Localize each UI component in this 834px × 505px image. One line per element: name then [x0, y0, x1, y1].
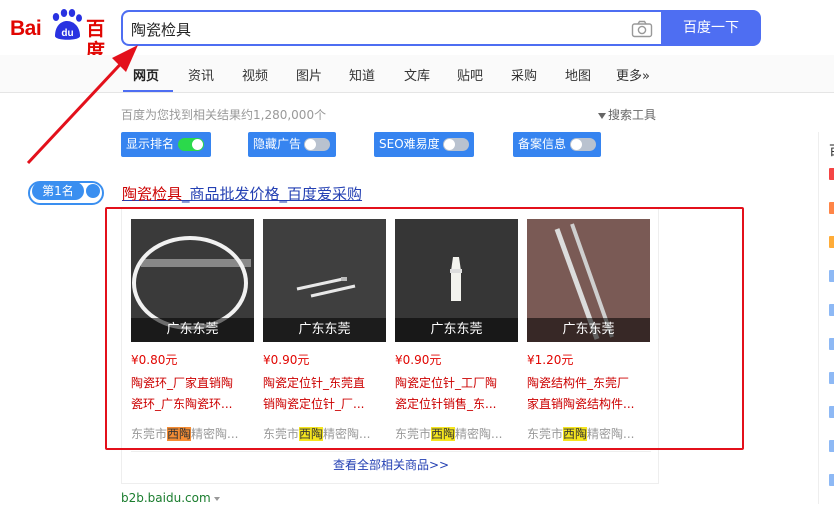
result-title-link[interactable]: 陶瓷检具_商品批发价格_百度爱采购	[122, 183, 362, 204]
result-count: 百度为您找到相关结果约1,280,000个	[121, 108, 327, 122]
rank-chip	[829, 270, 834, 282]
paw-icon: du	[52, 9, 82, 40]
filter-icon	[598, 112, 606, 119]
annotation-box	[105, 207, 744, 450]
baidu-logo[interactable]: Bai du 百度	[10, 8, 112, 62]
rank-chip	[829, 372, 834, 384]
result-site[interactable]: b2b.baidu.com	[121, 491, 220, 505]
toggle-seo-difficulty[interactable]: SEO难易度	[374, 132, 474, 157]
tab-tieba[interactable]: 贴吧	[457, 65, 483, 84]
tab-purchase[interactable]: 采购	[511, 65, 537, 84]
tab-zhidao[interactable]: 知道	[349, 65, 375, 84]
toggle-icp-info[interactable]: 备案信息	[513, 132, 601, 157]
right-panel: 百	[818, 132, 834, 504]
logo-text-bai: Bai	[10, 17, 42, 40]
switch-off[interactable]	[443, 138, 469, 151]
divider	[131, 451, 651, 452]
rank-chip	[829, 168, 834, 180]
rank-chip	[829, 236, 834, 248]
tab-images[interactable]: 图片	[296, 65, 322, 84]
toggle-hide-ads[interactable]: 隐藏广告	[248, 132, 336, 157]
top-bar: Bai du 百度 百度一下	[0, 0, 834, 62]
switch-off[interactable]	[304, 138, 330, 151]
rank-chip	[829, 304, 834, 316]
title-rest: _商品批发价格_百度爱采购	[182, 185, 363, 203]
rank-link-icon	[86, 184, 100, 198]
switch-off[interactable]	[570, 138, 596, 151]
title-keyword: 陶瓷检具	[122, 185, 183, 203]
right-panel-title: 百	[829, 140, 834, 159]
camera-icon[interactable]	[631, 20, 653, 38]
tab-wenku[interactable]: 文库	[404, 65, 430, 84]
search-tools-label: 搜索工具	[608, 108, 657, 122]
tab-news[interactable]: 资讯	[188, 65, 214, 84]
toggle-label: 隐藏广告	[253, 137, 302, 151]
toggle-label: SEO难易度	[379, 137, 440, 151]
search-button[interactable]: 百度一下	[661, 10, 761, 46]
rank-label: 第1名	[32, 182, 84, 200]
dropdown-caret-icon	[213, 496, 220, 501]
see-all-products-link[interactable]: 查看全部相关商品>>	[122, 456, 660, 473]
rank-chip	[829, 440, 834, 452]
rank-chip	[829, 474, 834, 486]
toggle-label: 备案信息	[518, 137, 567, 151]
toggle-label: 显示排名	[126, 137, 175, 151]
search-box	[121, 10, 661, 46]
rank-badge: 第1名	[28, 181, 104, 205]
tab-web[interactable]: 网页	[133, 65, 159, 84]
rank-chip	[829, 338, 834, 350]
nav-tabs: 网页 资讯 视频 图片 知道 文库 贴吧 采购 地图 更多»	[0, 55, 834, 93]
logo-text-du: du	[61, 28, 73, 39]
active-tab-underline	[123, 90, 173, 92]
toggle-show-rank[interactable]: 显示排名	[121, 132, 211, 157]
tab-more[interactable]: 更多»	[616, 65, 650, 84]
search-tools-button[interactable]: 搜索工具	[598, 106, 656, 123]
switch-on[interactable]	[178, 138, 204, 151]
search-input[interactable]	[131, 18, 611, 40]
tab-video[interactable]: 视频	[242, 65, 268, 84]
rank-chip	[829, 406, 834, 418]
rank-chip	[829, 202, 834, 214]
tab-map[interactable]: 地图	[565, 65, 591, 84]
